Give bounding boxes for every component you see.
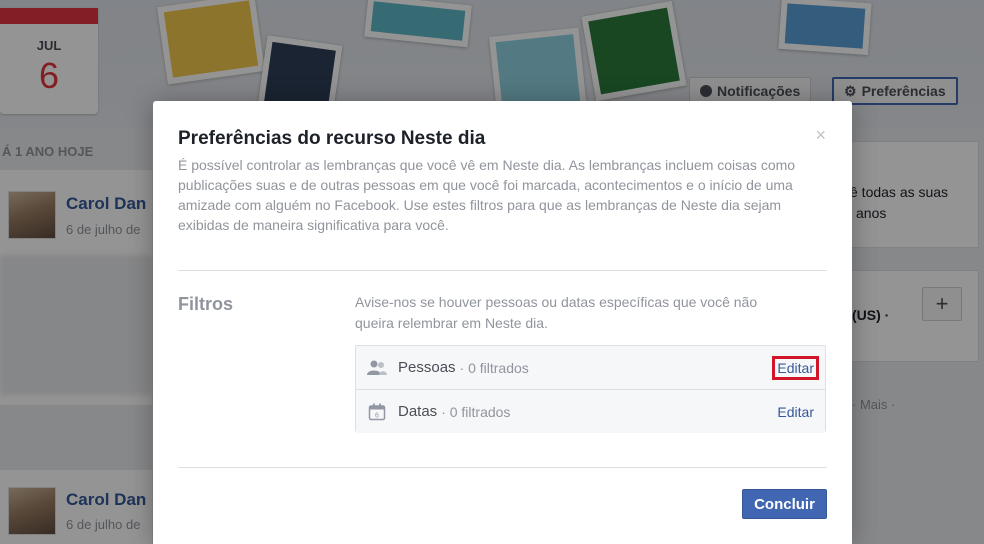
dialog-title: Preferências do recurso Neste dia — [178, 128, 485, 150]
close-icon[interactable]: × — [815, 125, 826, 146]
preferences-dialog: Preferências do recurso Neste dia × É po… — [153, 101, 852, 544]
edit-dates-link[interactable]: Editar — [775, 403, 816, 421]
filter-row-dates: 6 Datas · 0 filtrados Editar — [356, 389, 825, 433]
filter-count: · 0 filtrados — [460, 360, 529, 376]
divider — [178, 270, 827, 271]
filters-label: Filtros — [178, 294, 233, 315]
people-icon — [366, 360, 388, 376]
svg-text:6: 6 — [375, 412, 379, 419]
filter-row-people: Pessoas · 0 filtrados Editar — [356, 346, 825, 389]
done-button[interactable]: Concluir — [742, 489, 827, 519]
filter-label: Datas — [398, 403, 437, 420]
edit-people-link[interactable]: Editar — [775, 359, 816, 377]
filters-list: Pessoas · 0 filtrados Editar 6 Datas · 0… — [355, 345, 826, 432]
filter-label: Pessoas — [398, 359, 456, 376]
dialog-description: É possível controlar as lembranças que v… — [178, 155, 828, 235]
filters-help-text: Avise-nos se houver pessoas ou datas esp… — [355, 292, 795, 334]
divider — [178, 467, 827, 468]
filter-count: · 0 filtrados — [441, 404, 510, 420]
calendar-icon: 6 — [366, 403, 388, 421]
